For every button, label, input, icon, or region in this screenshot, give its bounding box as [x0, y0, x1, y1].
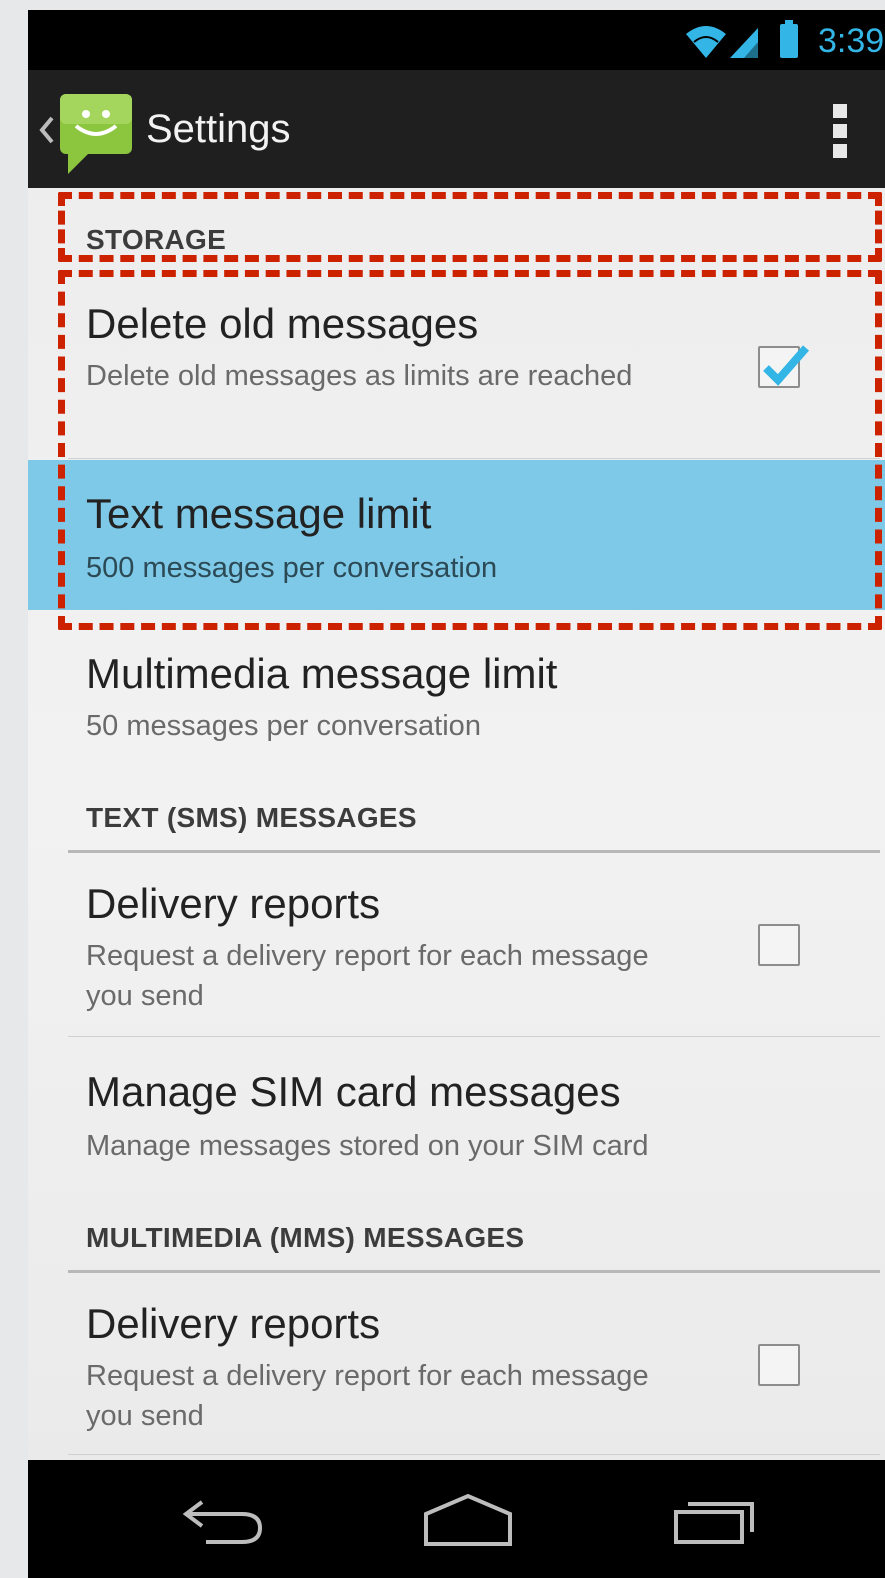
- page-title: Settings: [146, 107, 291, 151]
- section-header-mms: MULTIMEDIA (MMS) MESSAGES: [86, 1222, 525, 1253]
- messaging-app-icon[interactable]: [58, 92, 134, 176]
- pref-title: Delivery reports: [86, 880, 381, 927]
- back-icon[interactable]: [180, 1490, 270, 1550]
- navigation-bar: [28, 1460, 885, 1578]
- pref-title: Manage SIM card messages: [86, 1068, 621, 1115]
- status-time: 3:39: [818, 22, 885, 60]
- pref-multimedia-message-limit[interactable]: Multimedia message limit 50 messages per…: [28, 628, 885, 758]
- pref-title: Multimedia message limit: [86, 650, 558, 697]
- signal-icon: [730, 28, 758, 58]
- status-bar: 3:39: [28, 10, 885, 70]
- home-icon[interactable]: [422, 1490, 514, 1550]
- up-caret-icon[interactable]: [36, 110, 58, 150]
- pref-manage-sim-messages[interactable]: Manage SIM card messages Manage messages…: [28, 1038, 885, 1188]
- wifi-icon: [686, 26, 726, 58]
- pref-summary: 50 messages per conversation: [86, 710, 481, 742]
- pref-mms-delivery-reports[interactable]: Delivery reports Request a delivery repo…: [28, 1274, 885, 1454]
- battery-icon: [780, 20, 798, 58]
- overflow-menu-icon[interactable]: [828, 104, 852, 160]
- section-divider: [68, 1270, 880, 1273]
- action-bar: Settings: [28, 70, 885, 188]
- annotation-box-storage-header: [58, 192, 882, 262]
- annotation-box-storage-items: [58, 270, 882, 630]
- pref-sms-delivery-reports[interactable]: Delivery reports Request a delivery repo…: [28, 854, 885, 1034]
- section-divider: [68, 850, 880, 853]
- recents-icon[interactable]: [672, 1490, 762, 1550]
- row-divider: [68, 1454, 880, 1455]
- section-header-sms: TEXT (SMS) MESSAGES: [86, 802, 417, 833]
- pref-summary: Manage messages stored on your SIM card: [86, 1130, 649, 1162]
- row-divider: [68, 1036, 880, 1037]
- mms-delivery-checkbox[interactable]: [758, 1344, 800, 1386]
- sms-delivery-checkbox[interactable]: [758, 924, 800, 966]
- pref-summary: Request a delivery report for each messa…: [86, 1360, 649, 1432]
- phone-screen: 3:39 Settings STORAGE Delete old message…: [28, 10, 885, 1578]
- pref-summary: Request a delivery report for each messa…: [86, 940, 649, 1012]
- pref-title: Delivery reports: [86, 1300, 381, 1347]
